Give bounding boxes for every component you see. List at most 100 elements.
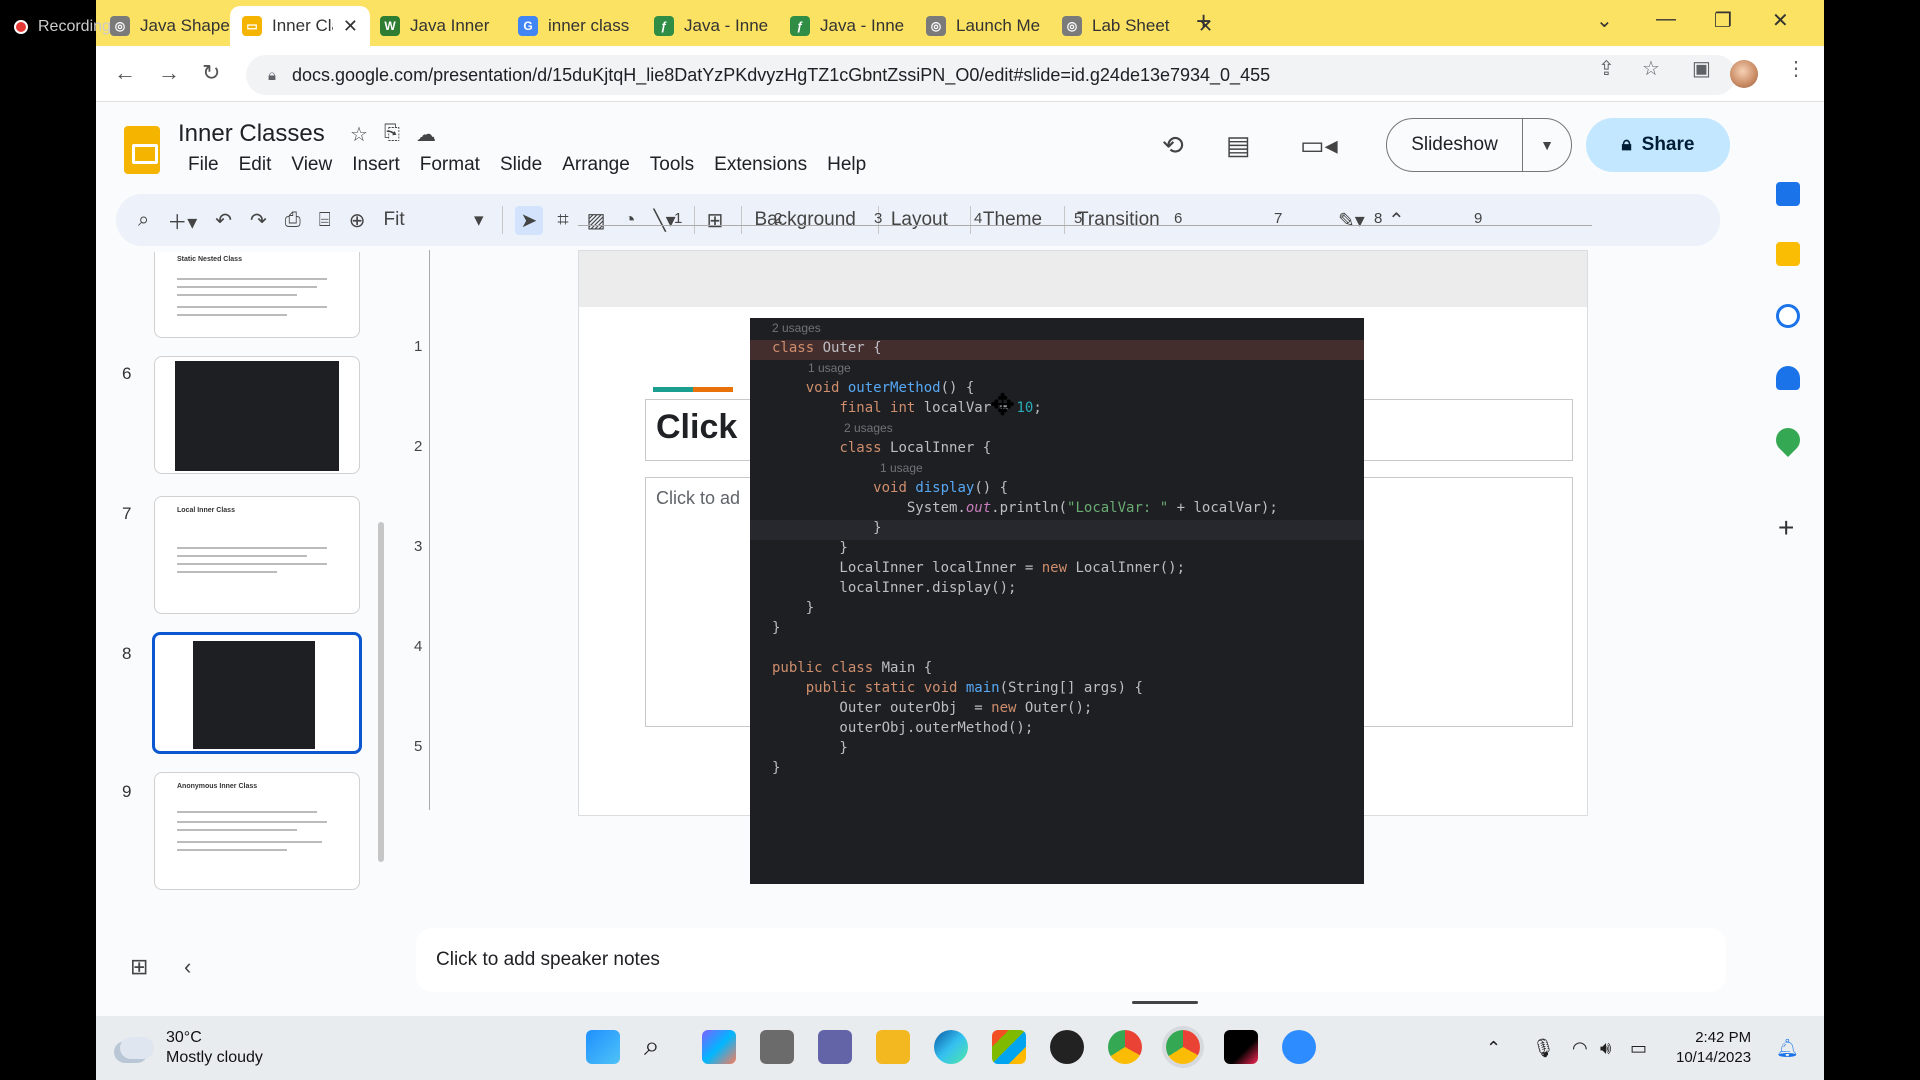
slide-header-band xyxy=(579,251,1587,307)
version-history-icon[interactable]: ⟲ xyxy=(1162,130,1184,161)
filmstrip-scrollbar[interactable] xyxy=(378,522,384,862)
volume-icon[interactable]: 🔊︎ xyxy=(1600,1038,1611,1059)
select-cursor-icon[interactable]: ➤ xyxy=(514,205,544,235)
code-screenshot[interactable]: 2 usages class Outer { 1 usage void oute… xyxy=(750,318,1364,884)
bookmark-star-icon[interactable]: ☆ xyxy=(1642,56,1660,81)
battery-icon[interactable]: ▭ xyxy=(1630,1038,1647,1059)
weather-widget[interactable]: 30°C Mostly cloudy xyxy=(120,1028,263,1068)
add-addon-icon[interactable]: + xyxy=(1778,512,1794,544)
menu-edit[interactable]: Edit xyxy=(229,154,282,176)
thumbnail-title: Local Inner Class xyxy=(177,507,235,514)
back-icon[interactable]: ← xyxy=(114,60,136,86)
search-icon[interactable]: ⌕ xyxy=(644,1030,678,1064)
notes-resize-handle[interactable] xyxy=(1132,1001,1198,1004)
forward-icon[interactable]: → xyxy=(158,60,180,86)
menu-file[interactable]: File xyxy=(178,154,229,176)
menu-insert[interactable]: Insert xyxy=(342,154,410,176)
edge-icon[interactable] xyxy=(934,1030,968,1064)
microphone-icon[interactable]: 🎙︎ xyxy=(1532,1038,1555,1059)
chevron-down-icon[interactable]: ▼ xyxy=(1523,137,1571,153)
tasks-icon[interactable] xyxy=(1776,304,1800,328)
tab-search-icon[interactable]: ⌄ xyxy=(1596,8,1613,33)
contacts-icon[interactable] xyxy=(1776,366,1800,390)
chrome-profile-icon[interactable] xyxy=(1166,1030,1200,1064)
reload-icon[interactable]: ↻ xyxy=(202,60,220,86)
slide-thumbnail-7[interactable]: Local Inner Class xyxy=(154,496,360,614)
wifi-icon[interactable]: ◠ xyxy=(1572,1038,1588,1059)
menu-slide[interactable]: Slide xyxy=(490,154,552,176)
teams-icon[interactable] xyxy=(818,1030,852,1064)
slide-thumbnail-9[interactable]: Anonymous Inner Class xyxy=(154,772,360,890)
cloud-status-icon[interactable]: ☁ xyxy=(416,122,436,147)
horizontal-ruler[interactable]: 1 2 3 4 5 6 7 8 9 xyxy=(578,210,1592,227)
new-tab-icon[interactable]: + xyxy=(1196,6,1211,37)
redo-icon[interactable]: ↷ xyxy=(250,208,267,233)
print-icon[interactable]: ⎙ xyxy=(285,209,301,232)
menu-tools[interactable]: Tools xyxy=(640,154,704,176)
address-bar[interactable]: 🔒︎ docs.google.com/presentation/d/15duKj… xyxy=(246,55,1736,95)
comments-icon[interactable]: ▤ xyxy=(1226,130,1251,161)
slideshow-label[interactable]: Slideshow xyxy=(1387,118,1523,172)
side-panel-icon[interactable]: ▣ xyxy=(1692,56,1711,81)
menu-format[interactable]: Format xyxy=(410,154,490,176)
minimize-icon[interactable]: — xyxy=(1656,8,1676,31)
collapse-filmstrip-icon[interactable]: ‹ xyxy=(184,954,191,980)
close-icon[interactable]: ✕ xyxy=(343,16,358,37)
chrome-icon[interactable] xyxy=(1108,1030,1142,1064)
text-box-icon[interactable]: ⌗ xyxy=(557,209,568,232)
zoom-select[interactable]: Fit ▾ xyxy=(384,209,484,232)
copilot-icon[interactable] xyxy=(702,1030,736,1064)
move-folder-icon[interactable]: ⎘ xyxy=(384,122,400,147)
zoom-icon[interactable] xyxy=(1282,1030,1316,1064)
slides-logo-icon[interactable] xyxy=(124,126,160,174)
ruler-mark: 3 xyxy=(414,538,423,555)
calendar-icon[interactable] xyxy=(1776,182,1800,206)
document-title[interactable]: Inner Classes xyxy=(178,120,325,148)
restore-icon[interactable]: ❐ xyxy=(1714,8,1732,33)
ruler-mark: 2 xyxy=(774,210,783,227)
thumbnail-text-line xyxy=(177,829,297,831)
maps-icon[interactable] xyxy=(1771,423,1805,457)
notification-bell-icon[interactable]: 🔔︎ xyxy=(1776,1038,1799,1059)
slide-thumbnail-6[interactable] xyxy=(154,356,360,474)
menu-view[interactable]: View xyxy=(281,154,342,176)
window-close-icon[interactable]: ✕ xyxy=(1772,8,1789,33)
vertical-ruler[interactable]: 1 2 3 4 5 xyxy=(414,250,430,810)
globe-icon: ◎ xyxy=(110,16,130,36)
file-explorer-icon[interactable] xyxy=(876,1030,910,1064)
globe-icon: ◎ xyxy=(1062,16,1082,36)
profile-avatar[interactable] xyxy=(1730,60,1758,88)
slide-thumbnail-5[interactable]: Static Nested Class xyxy=(154,252,360,338)
slideshow-button[interactable]: Slideshow ▼ xyxy=(1386,118,1572,172)
ruler-mark: 4 xyxy=(414,638,423,655)
task-view-icon[interactable] xyxy=(760,1030,794,1064)
speaker-notes[interactable]: Click to add speaker notes xyxy=(416,928,1726,992)
slide-thumbnail-8-selected[interactable] xyxy=(152,632,362,754)
menu-help[interactable]: Help xyxy=(817,154,876,176)
windows-start-icon[interactable] xyxy=(586,1030,620,1064)
zoom-icon[interactable]: ⊕ xyxy=(349,208,366,233)
paint-format-icon[interactable]: ⌸ xyxy=(319,209,331,232)
dell-icon[interactable] xyxy=(1050,1030,1084,1064)
w3schools-icon: W xyxy=(380,16,400,36)
undo-icon[interactable]: ↶ xyxy=(215,208,232,233)
search-icon[interactable]: ⌕ xyxy=(138,209,149,232)
code-line-6: System.out.println("LocalVar: " + localV… xyxy=(772,500,1278,516)
tab-title: Lab Sheet xyxy=(1092,16,1170,35)
tab-inner-classes[interactable]: ▭ Inner Class ✕ xyxy=(230,6,370,46)
grid-view-icon[interactable]: ⊞ xyxy=(130,954,148,980)
store-icon[interactable] xyxy=(992,1030,1026,1064)
keep-icon[interactable] xyxy=(1776,242,1800,266)
kebab-menu-icon[interactable]: ⋮ xyxy=(1786,56,1806,81)
share-button[interactable]: 🔒︎ Share xyxy=(1586,118,1730,172)
menu-extensions[interactable]: Extensions xyxy=(704,154,817,176)
meet-camera-icon[interactable]: ▭◂ xyxy=(1300,130,1338,161)
intellij-icon[interactable] xyxy=(1224,1030,1258,1064)
star-icon[interactable]: ☆ xyxy=(350,122,368,147)
move-cursor-icon: ✥ xyxy=(990,389,1016,422)
show-hidden-icons-icon[interactable]: ⌃ xyxy=(1486,1038,1501,1059)
share-page-icon[interactable]: ⇪ xyxy=(1598,56,1615,81)
menu-arrange[interactable]: Arrange xyxy=(552,154,640,176)
system-clock[interactable]: 2:42 PM 10/14/2023 xyxy=(1676,1028,1751,1068)
new-slide-icon[interactable]: ＋▾ xyxy=(167,206,197,235)
